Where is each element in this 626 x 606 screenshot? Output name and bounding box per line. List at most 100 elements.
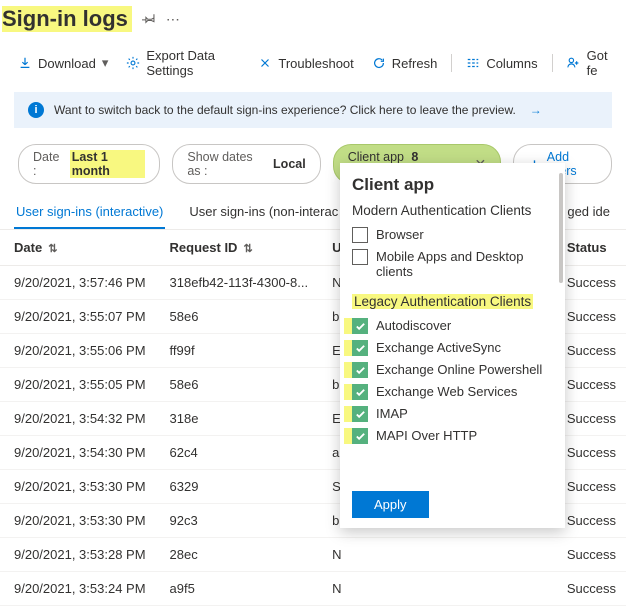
feedback-button[interactable]: Got fe — [567, 48, 612, 78]
scrollbar[interactable] — [559, 173, 563, 283]
group-modern: Modern Authentication Clients — [352, 203, 553, 218]
opt-autodiscover[interactable]: Autodiscover — [352, 315, 553, 337]
filter-show-dates[interactable]: Show dates as : Local — [172, 144, 320, 184]
banner-text: Want to switch back to the default sign-… — [54, 103, 516, 117]
opt-eas-label: Exchange ActiveSync — [376, 340, 501, 355]
cell-user: N — [318, 572, 371, 606]
cell-request: 62c4 — [156, 436, 319, 470]
refresh-button[interactable]: Refresh — [372, 56, 438, 71]
filter-showdates-value: Local — [273, 157, 306, 171]
tab-noninteractive[interactable]: User sign-ins (non-interac — [187, 198, 340, 229]
cell-request: 318e — [156, 402, 319, 436]
cell-user: N — [318, 538, 371, 572]
refresh-icon — [372, 56, 386, 70]
dropdown-title: Client app — [352, 175, 553, 195]
export-label: Export Data Settings — [146, 48, 240, 78]
cell-date: 9/20/2021, 3:53:30 PM — [0, 470, 156, 504]
opt-mobile-label: Mobile Apps and Desktop clients — [376, 249, 553, 279]
opt-imap[interactable]: IMAP — [352, 403, 553, 425]
cell-date: 9/20/2021, 3:54:30 PM — [0, 436, 156, 470]
info-icon: i — [28, 102, 44, 118]
opt-ews[interactable]: Exchange Web Services — [352, 381, 553, 403]
opt-eas[interactable]: Exchange ActiveSync — [352, 337, 553, 359]
export-button[interactable]: Export Data Settings — [126, 48, 240, 78]
cell-request: a9f5 — [156, 572, 319, 606]
cell-status: Success — [553, 572, 626, 606]
opt-autodiscover-label: Autodiscover — [376, 318, 451, 333]
cell-date: 9/20/2021, 3:55:06 PM — [0, 334, 156, 368]
download-button[interactable]: Download ▾ — [18, 55, 108, 71]
col-request[interactable]: Request ID⇅ — [156, 230, 319, 266]
download-icon — [18, 56, 32, 70]
opt-ews-label: Exchange Web Services — [376, 384, 517, 399]
checkbox-checked[interactable] — [352, 428, 368, 444]
tab-managed[interactable]: ged ide — [565, 198, 612, 229]
opt-mapi[interactable]: MAPI Over HTTP — [352, 425, 553, 447]
separator — [451, 54, 452, 72]
client-app-dropdown: Client app Modern Authentication Clients… — [340, 163, 565, 528]
troubleshoot-label: Troubleshoot — [278, 56, 353, 71]
feedback-icon — [567, 56, 581, 70]
toolbar: Download ▾ Export Data Settings Troubles… — [0, 38, 626, 86]
troubleshoot-button[interactable]: Troubleshoot — [258, 56, 353, 71]
cell-request: ff99f — [156, 334, 319, 368]
cell-request: 58e6 — [156, 300, 319, 334]
separator — [552, 54, 553, 72]
refresh-label: Refresh — [392, 56, 438, 71]
filter-date-value: Last 1 month — [72, 150, 110, 178]
columns-icon — [466, 56, 480, 70]
checkbox-unchecked[interactable] — [352, 227, 368, 243]
cell-date: 9/20/2021, 3:57:46 PM — [0, 266, 156, 300]
opt-mobile[interactable]: Mobile Apps and Desktop clients — [352, 246, 553, 282]
more-icon[interactable]: ⋯ — [166, 11, 180, 28]
pin-icon[interactable] — [142, 11, 156, 28]
checkbox-checked[interactable] — [352, 406, 368, 422]
opt-eps[interactable]: Exchange Online Powershell — [352, 359, 553, 381]
cell-request: 318efb42-113f-4300-8... — [156, 266, 319, 300]
troubleshoot-icon — [258, 56, 272, 70]
cell-date: 9/20/2021, 3:53:24 PM — [0, 572, 156, 606]
cell-date: 9/20/2021, 3:53:30 PM — [0, 504, 156, 538]
table-row[interactable]: 9/20/2021, 3:53:28 PM28ecN Success — [0, 538, 626, 572]
apply-button[interactable]: Apply — [352, 491, 429, 518]
checkbox-unchecked[interactable] — [352, 249, 368, 265]
group-legacy: Legacy Authentication Clients — [352, 294, 533, 309]
filter-date[interactable]: Date : Last 1 month — [18, 144, 160, 184]
checkbox-checked[interactable] — [352, 384, 368, 400]
chevron-down-icon: ▾ — [102, 55, 109, 71]
checkbox-checked[interactable] — [352, 340, 368, 356]
cell-date: 9/20/2021, 3:53:28 PM — [0, 538, 156, 572]
cell-request: 92c3 — [156, 504, 319, 538]
checkbox-checked[interactable] — [352, 362, 368, 378]
cell-gap — [371, 538, 553, 572]
arrow-right-icon: → — [530, 103, 542, 117]
columns-label: Columns — [486, 56, 537, 71]
cell-status: Success — [553, 538, 626, 572]
preview-banner[interactable]: i Want to switch back to the default sig… — [14, 92, 612, 128]
cell-request: 28ec — [156, 538, 319, 572]
opt-browser-label: Browser — [376, 227, 424, 242]
download-label: Download — [38, 56, 96, 71]
cell-request: 6329 — [156, 470, 319, 504]
cell-date: 9/20/2021, 3:55:05 PM — [0, 368, 156, 402]
opt-eps-label: Exchange Online Powershell — [376, 362, 542, 377]
table-row[interactable]: 9/20/2021, 3:53:24 PMa9f5N Success — [0, 572, 626, 606]
opt-imap-label: IMAP — [376, 406, 408, 421]
sort-icon: ⇅ — [48, 243, 57, 255]
feedback-label: Got fe — [587, 48, 612, 78]
checkbox-checked[interactable] — [352, 318, 368, 334]
filter-showdates-prefix: Show dates as : — [187, 150, 267, 178]
sort-icon: ⇅ — [243, 243, 252, 255]
page-title: Sign-in logs — [2, 6, 132, 32]
columns-button[interactable]: Columns — [466, 56, 537, 71]
gear-icon — [126, 56, 140, 70]
opt-browser[interactable]: Browser — [352, 224, 553, 246]
opt-mapi-label: MAPI Over HTTP — [376, 428, 477, 443]
filter-date-prefix: Date : — [33, 150, 64, 178]
cell-request: 58e6 — [156, 368, 319, 402]
cell-date: 9/20/2021, 3:55:07 PM — [0, 300, 156, 334]
col-date[interactable]: Date⇅ — [0, 230, 156, 266]
cell-gap — [371, 572, 553, 606]
cell-date: 9/20/2021, 3:54:32 PM — [0, 402, 156, 436]
tab-interactive[interactable]: User sign-ins (interactive) — [14, 198, 165, 229]
